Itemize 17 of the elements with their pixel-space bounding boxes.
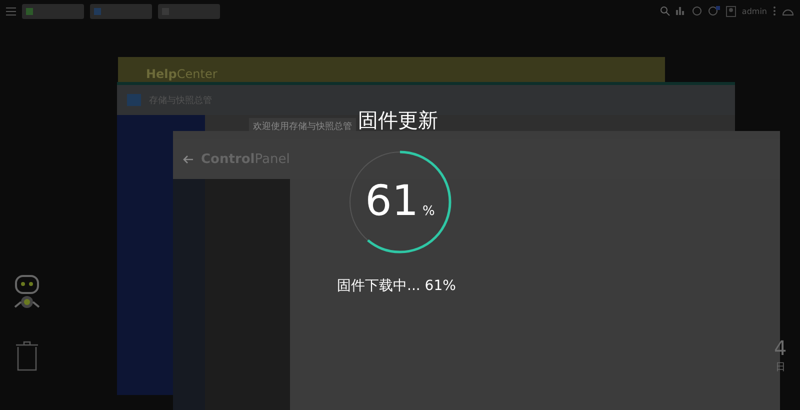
- clock-unit: 日: [775, 361, 786, 374]
- menu-icon[interactable]: [6, 6, 16, 16]
- dialog-title: 固件更新: [358, 107, 438, 134]
- trash-icon[interactable]: [15, 341, 39, 371]
- search-icon[interactable]: [660, 6, 670, 16]
- user-name[interactable]: admin: [742, 6, 767, 16]
- back-arrow-icon[interactable]: [183, 154, 193, 164]
- taskbar-tab[interactable]: [158, 4, 220, 18]
- taskbar-tab[interactable]: [22, 4, 84, 18]
- download-status: 固件下载中... 61%: [337, 277, 456, 295]
- bar-chart-icon[interactable]: [676, 6, 686, 16]
- taskbar-tab[interactable]: [90, 4, 152, 18]
- progress-percent: 61: [365, 176, 419, 225]
- percent-unit: %: [422, 204, 435, 219]
- clock-day: 4: [774, 336, 787, 360]
- user-icon[interactable]: [726, 6, 736, 16]
- more-icon[interactable]: [773, 6, 776, 16]
